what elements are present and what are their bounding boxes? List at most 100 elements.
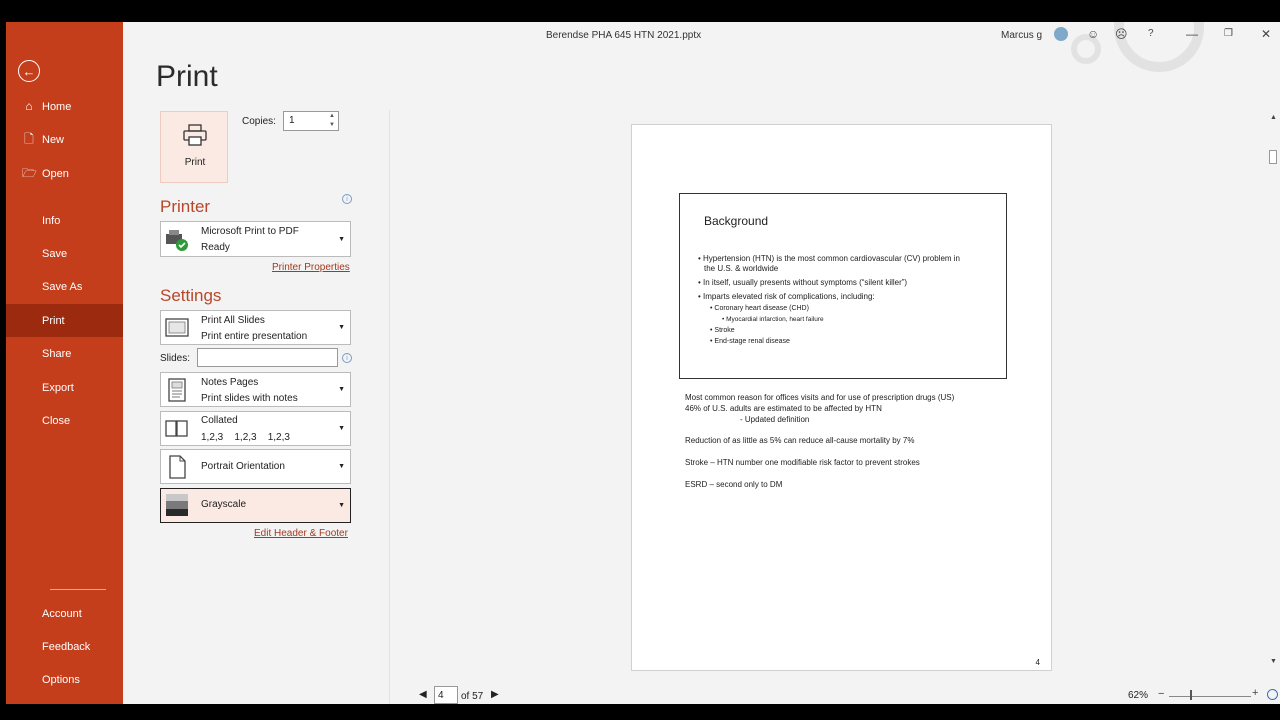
page-number-input[interactable]: 4 [434, 686, 458, 704]
minimize-icon[interactable]: — [1186, 27, 1198, 41]
bullet-text: Hypertension (HTN) is the most common ca… [703, 254, 960, 263]
sidebar-divider [50, 589, 106, 590]
copies-label: Copies: [242, 116, 276, 127]
collation-title: Collated [201, 415, 238, 426]
nav-save[interactable]: Save [6, 237, 123, 270]
slide-bullet: • In itself, usually presents without sy… [698, 278, 908, 287]
scroll-up-icon[interactable]: ▲ [1270, 114, 1277, 121]
zoom-out-icon[interactable]: − [1158, 688, 1164, 700]
user-name[interactable]: Marcus g [1001, 30, 1042, 41]
nav-save-as[interactable]: Save As [6, 270, 123, 303]
copies-stepper[interactable]: 1 ▲ ▼ [283, 111, 339, 131]
nav-home[interactable]: ⌂ Home [6, 90, 123, 123]
dropdown-arrow-icon: ▼ [338, 324, 345, 331]
nav-export[interactable]: Export [6, 371, 123, 404]
printer-dropdown[interactable]: Microsoft Print to PDF Ready ▼ [160, 221, 351, 257]
nav-info-label: Info [42, 214, 61, 227]
nav-new[interactable]: 🗋 New [6, 123, 123, 156]
orientation-title: Portrait Orientation [201, 461, 285, 472]
zoom-level[interactable]: 62% [1128, 690, 1148, 701]
help-icon[interactable]: ? [1148, 27, 1154, 41]
nav-open[interactable]: 🗁 Open [6, 157, 123, 190]
print-preview-page: Background • Hypertension (HTN) is the m… [631, 124, 1052, 671]
bullet-text: Stroke [714, 327, 735, 334]
slide-sub-bullet: • Coronary heart disease (CHD) [710, 305, 809, 312]
slides-input[interactable] [197, 348, 338, 367]
back-arrow-icon[interactable]: ← [18, 60, 40, 82]
color-dropdown[interactable]: Grayscale ▼ [160, 488, 351, 523]
scrollbar-thumb[interactable] [1269, 150, 1277, 164]
next-page-icon[interactable]: ▶ [491, 689, 499, 700]
slides-icon [165, 318, 189, 337]
zoom-slider-track[interactable] [1169, 696, 1251, 697]
chevron-up-icon[interactable]: ▲ [329, 113, 335, 119]
close-window-icon[interactable]: ✕ [1261, 27, 1271, 41]
bullet-text: In itself, usually presents without symp… [703, 278, 908, 287]
previous-page-icon[interactable]: ◀ [419, 689, 427, 700]
notes-page-icon [168, 378, 186, 402]
slide-title: Background [704, 214, 769, 228]
zoom-to-page-icon[interactable] [1267, 689, 1278, 700]
printer-properties-link[interactable]: Printer Properties [272, 262, 350, 273]
nav-export-label: Export [42, 381, 74, 394]
restore-icon[interactable]: ❐ [1224, 27, 1233, 41]
speaker-note: - Updated definition [740, 415, 810, 424]
user-avatar-icon[interactable] [1054, 27, 1068, 41]
document-title: Berendse PHA 645 HTN 2021.pptx [546, 30, 702, 41]
nav-options[interactable]: Options [6, 663, 123, 696]
smiley-feedback-icon[interactable]: ☺ [1087, 27, 1099, 41]
slide-bullet: • Hypertension (HTN) is the most common … [698, 254, 960, 263]
preview-scrollbar[interactable]: ▲ ▼ [1267, 110, 1280, 670]
nav-share[interactable]: Share [6, 337, 123, 370]
print-range-title: Print All Slides [201, 315, 265, 326]
nav-print-label: Print [42, 314, 65, 327]
speaker-note: Most common reason for offices visits an… [685, 393, 955, 402]
slides-info-icon[interactable]: i [342, 353, 352, 363]
grayscale-icon [166, 494, 188, 516]
collation-subtitle: 1,2,3 1,2,3 1,2,3 [201, 432, 290, 443]
zoom-slider-thumb[interactable] [1190, 690, 1192, 700]
print-range-subtitle: Print entire presentation [201, 331, 308, 342]
nav-close-label: Close [42, 414, 71, 427]
slide-thumbnail: Background • Hypertension (HTN) is the m… [679, 193, 1007, 379]
print-range-dropdown[interactable]: Print All Slides Print entire presentati… [160, 310, 351, 345]
nav-print[interactable]: Print [6, 304, 123, 337]
frown-feedback-icon[interactable]: ☹ [1115, 27, 1128, 41]
zoom-in-icon[interactable]: + [1252, 687, 1258, 699]
printer-name: Microsoft Print to PDF [201, 226, 299, 237]
dropdown-arrow-icon: ▼ [338, 386, 345, 393]
folder-open-icon: 🗁 [22, 166, 37, 180]
layout-subtitle: Print slides with notes [201, 393, 298, 404]
collation-dropdown[interactable]: Collated 1,2,3 1,2,3 1,2,3 ▼ [160, 411, 351, 446]
scroll-down-icon[interactable]: ▼ [1270, 658, 1277, 665]
print-button[interactable]: Print [160, 111, 228, 183]
orientation-dropdown[interactable]: Portrait Orientation ▼ [160, 449, 351, 484]
printer-icon [183, 124, 207, 146]
nav-feedback-label: Feedback [42, 640, 91, 653]
chevron-down-icon[interactable]: ▼ [329, 122, 335, 128]
screen-top-bar [0, 0, 1280, 22]
printer-info-icon[interactable]: i [342, 194, 352, 204]
edit-header-footer-link[interactable]: Edit Header & Footer [254, 528, 348, 539]
nav-save-label: Save [42, 247, 68, 260]
print-button-label: Print [184, 157, 206, 168]
settings-section-title: Settings [160, 286, 222, 305]
nav-save-as-label: Save As [42, 280, 83, 293]
printer-ready-icon [166, 230, 188, 251]
nav-close[interactable]: Close [6, 404, 123, 437]
printer-status: Ready [201, 242, 230, 253]
nav-new-label: New [42, 133, 65, 146]
nav-feedback[interactable]: Feedback [6, 630, 123, 663]
nav-account[interactable]: Account [6, 597, 123, 630]
slide-bullet: • Imparts elevated risk of complications… [698, 292, 875, 301]
page-title: Print [156, 60, 218, 93]
new-doc-icon: 🗋 [24, 132, 34, 146]
powerpoint-backstage: Berendse PHA 645 HTN 2021.pptx Marcus g … [6, 22, 1280, 704]
layout-dropdown[interactable]: Notes Pages Print slides with notes ▼ [160, 372, 351, 407]
backstage-sidebar: ← ⌂ Home 🗋 New 🗁 Open Info Save Save As … [6, 22, 123, 704]
dropdown-arrow-icon: ▼ [338, 236, 345, 243]
page-total: of 57 [461, 691, 484, 702]
slide-sub-bullet: • Stroke [710, 327, 735, 334]
nav-info[interactable]: Info [6, 204, 123, 237]
dropdown-arrow-icon: ▼ [338, 463, 345, 470]
